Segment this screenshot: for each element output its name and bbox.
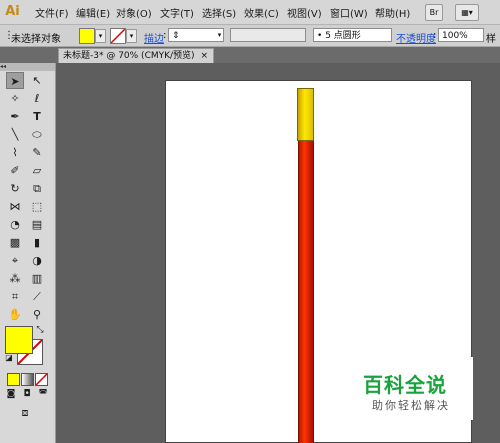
stroke-link[interactable]: 描边	[144, 30, 164, 45]
eyedropper-tool-icon[interactable]: ⌖	[6, 252, 24, 269]
symbol-sprayer-tool-icon[interactable]: ⁂	[6, 270, 24, 287]
style-label[interactable]: 样	[486, 30, 496, 45]
color-mode-icon[interactable]	[7, 373, 20, 386]
document-tab-bar: 未标题-3* @ 70% (CMYK/预览) ×	[0, 47, 500, 63]
artboard-tool-icon[interactable]: ⌗	[6, 288, 24, 305]
opacity-field[interactable]: 100%	[438, 28, 484, 42]
collapse-panel-icon[interactable]: ◂◂	[0, 63, 6, 70]
line-tool-icon[interactable]: ╲	[6, 126, 24, 143]
draw-behind-icon[interactable]: ◘	[20, 388, 34, 400]
selection-status: 未选择对象	[11, 34, 61, 45]
pencil-body-shape[interactable]	[298, 141, 314, 443]
draw-inside-icon[interactable]: ◚	[36, 388, 50, 400]
app-logo: Ai	[5, 4, 20, 19]
watermark: 百科全说 助你轻松解决	[345, 357, 473, 420]
menu-type[interactable]: 文字(T)	[160, 5, 194, 20]
stroke-weight-dropdown-arrow[interactable]: ▾	[215, 29, 224, 41]
bridge-button[interactable]: Br	[425, 4, 443, 21]
menu-effect[interactable]: 效果(C)	[244, 5, 279, 20]
gradient-mode-icon[interactable]	[21, 373, 34, 386]
pencil-tool-icon[interactable]: ✎	[28, 144, 46, 161]
mesh-tool-icon[interactable]: ▩	[6, 234, 24, 251]
screen-mode-icon[interactable]: ⧈	[16, 406, 34, 420]
ellipse-tool-icon[interactable]: ⬭	[28, 126, 46, 143]
document-tab[interactable]: 未标题-3* @ 70% (CMYK/预览) ×	[58, 48, 214, 63]
variable-width-field[interactable]	[230, 28, 306, 42]
lasso-tool-icon[interactable]: ℓ	[28, 90, 46, 107]
column-graph-tool-icon[interactable]: ▥	[28, 270, 46, 287]
stepper-icon: ⇕	[172, 31, 180, 41]
menu-help[interactable]: 帮助(H)	[375, 5, 410, 20]
selection-tool-icon[interactable]: ➤	[6, 72, 24, 89]
stroke-dropdown-arrow[interactable]: ▾	[126, 29, 137, 43]
tools-panel: ◂◂ ➤ ↖ ✧ ℓ ✒ T ╲ ⬭ ⌇ ✎ ✐ ▱ ↻ ⧉ ⋈ ⬚ ◔ ▤ ▩…	[0, 63, 56, 443]
fill-color-box[interactable]	[5, 326, 33, 354]
draw-normal-icon[interactable]: ◙	[4, 388, 18, 400]
stroke-swatch[interactable]	[110, 28, 126, 44]
slice-tool-icon[interactable]: ⟋	[28, 288, 46, 305]
blob-brush-tool-icon[interactable]: ✐	[6, 162, 24, 179]
brush-field[interactable]: • 5 点圆形	[313, 28, 392, 42]
panel-header[interactable]: ◂◂	[0, 63, 55, 71]
type-tool-icon[interactable]: T	[28, 108, 46, 125]
none-mode-icon[interactable]	[35, 373, 48, 386]
opacity-link[interactable]: 不透明度	[396, 30, 436, 45]
paintbrush-tool-icon[interactable]: ⌇	[6, 144, 24, 161]
menu-bar: Ai 文件(F) 编辑(E) 对象(O) 文字(T) 选择(S) 效果(C) 视…	[0, 0, 500, 25]
gradient-tool-icon[interactable]: ▮	[28, 234, 46, 251]
menu-window[interactable]: 窗口(W)	[330, 5, 368, 20]
dot-icon: •	[317, 31, 323, 41]
menu-view[interactable]: 视图(V)	[287, 5, 322, 20]
scale-tool-icon[interactable]: ⧉	[28, 180, 46, 197]
menu-file[interactable]: 文件(F)	[35, 5, 69, 20]
free-transform-tool-icon[interactable]: ⬚	[28, 198, 46, 215]
blend-tool-icon[interactable]: ◑	[28, 252, 46, 269]
hand-tool-icon[interactable]: ✋	[6, 306, 24, 323]
close-tab-icon[interactable]: ×	[200, 49, 208, 64]
perspective-grid-tool-icon[interactable]: ▤	[28, 216, 46, 233]
rotate-tool-icon[interactable]: ↻	[6, 180, 24, 197]
fill-swatch[interactable]	[79, 28, 95, 44]
watermark-title: 百科全说	[363, 373, 447, 397]
watermark-subtitle: 助你轻松解决	[372, 399, 450, 412]
zoom-tool-icon[interactable]: ⚲	[28, 306, 46, 323]
no-stroke-icon	[111, 29, 125, 43]
magic-wand-tool-icon[interactable]: ✧	[6, 90, 24, 107]
swap-fill-stroke-icon[interactable]: ⤡	[34, 324, 46, 336]
shape-builder-tool-icon[interactable]: ◔	[6, 216, 24, 233]
arrange-documents-button[interactable]: ▦▾	[455, 4, 479, 21]
grid-icon: ▦▾	[461, 8, 473, 17]
menu-object[interactable]: 对象(O)	[116, 5, 152, 20]
direct-selection-tool-icon[interactable]: ↖	[28, 72, 46, 89]
width-tool-icon[interactable]: ⋈	[6, 198, 24, 215]
fill-dropdown-arrow[interactable]: ▾	[95, 29, 106, 43]
pen-tool-icon[interactable]: ✒	[6, 108, 24, 125]
eraser-tool-icon[interactable]: ▱	[28, 162, 46, 179]
menu-edit[interactable]: 编辑(E)	[76, 5, 110, 20]
pencil-tip-shape[interactable]	[297, 88, 314, 141]
control-bar: ⋮ 未选择对象 ▾ ▾ 描边 : ⇕ ▾ • 5 点圆形 不透明度 : 100%…	[0, 25, 500, 47]
menu-select[interactable]: 选择(S)	[202, 5, 236, 20]
